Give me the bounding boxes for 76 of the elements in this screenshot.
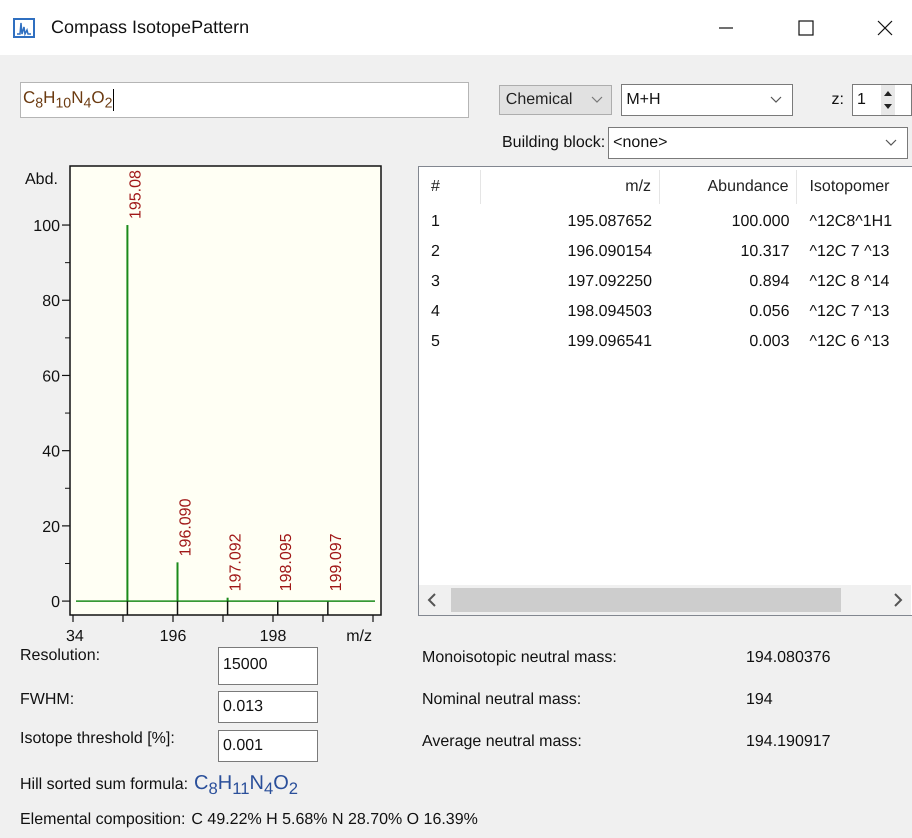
column-header[interactable]: Abundance xyxy=(660,170,798,204)
horizontal-scrollbar[interactable] xyxy=(419,585,911,615)
setting-field[interactable]: 15000 xyxy=(218,647,318,685)
y-tick-label: 40 xyxy=(42,444,60,461)
peak-label: 199.097 xyxy=(328,533,345,592)
scroll-right-icon[interactable] xyxy=(893,593,903,607)
table-cell-text: 100.000 xyxy=(730,213,790,231)
chevron-icon xyxy=(770,96,782,104)
table-cell-text: 2 xyxy=(430,243,441,261)
x-axis-label: m/z xyxy=(346,628,372,645)
table-cell-text: ^12C 6 ^13 xyxy=(808,333,890,351)
column-header[interactable]: m/z xyxy=(480,170,660,204)
scroll-left-icon[interactable] xyxy=(427,593,437,607)
x-tick-label: 198 xyxy=(260,628,286,645)
table-cell-text: 5 xyxy=(430,333,441,351)
chevron-icon xyxy=(591,96,604,104)
table-cell-text: 0.894 xyxy=(748,273,790,291)
mass-value: 194.080376 xyxy=(746,649,831,668)
window-title: Compass IsotopePattern xyxy=(51,17,250,38)
setting-label: Isotope threshold [%]: xyxy=(20,730,176,748)
column-header[interactable]: Isotopomer xyxy=(797,170,912,204)
table-cell-text: ^12C 7 ^13 xyxy=(808,243,890,261)
table-cell-text: 0.003 xyxy=(748,333,790,351)
y-tick-label: 100 xyxy=(33,218,60,236)
column-header[interactable]: # xyxy=(419,170,481,204)
table-cell-text: 196.090154 xyxy=(566,243,654,261)
elemental-composition: C 49.22% H 5.68% N 28.70% O 16.39% xyxy=(191,811,478,829)
hill-formula-label: Hill sorted sum formula: xyxy=(20,776,188,794)
peak-label: 195.08 xyxy=(127,170,144,220)
table-cell-text: 10.317 xyxy=(740,243,790,261)
maximize-icon[interactable] xyxy=(798,20,814,36)
table-cell-text: ^12C 7 ^13 xyxy=(808,303,890,321)
isotope-peak xyxy=(226,598,229,602)
table-cell-text: 195.087652 xyxy=(566,213,654,231)
app-icon xyxy=(13,18,35,38)
setting-field[interactable]: 0.013 xyxy=(218,691,318,723)
peak-label: 198.095 xyxy=(278,533,295,592)
peak-label: 197.092 xyxy=(228,533,245,592)
mass-label: Monoisotopic neutral mass: xyxy=(422,649,618,668)
table-cell-text: ^12C 8 ^14 xyxy=(808,273,890,291)
y-tick-label: 60 xyxy=(42,368,60,386)
table-cell-text: 197.092250 xyxy=(566,273,654,291)
y-tick-label: 80 xyxy=(42,293,60,310)
close-icon[interactable] xyxy=(877,20,893,36)
y-tick-label: 0 xyxy=(51,594,60,612)
mass-label: Average neutral mass: xyxy=(422,733,583,752)
building-block-dropdown[interactable]: <none> xyxy=(608,126,908,158)
mass-value: 194.190917 xyxy=(746,733,831,752)
table-cell-text: 1 xyxy=(430,213,441,231)
formula-field[interactable]: C$_{8}$H$_{10}$N$_{4}$O$_{2}$ xyxy=(20,82,469,118)
building-block-label: Building block: xyxy=(502,134,606,152)
adduct-dropdown[interactable]: M+H xyxy=(621,84,793,116)
scrollbar-thumb[interactable] xyxy=(451,588,841,612)
setting-label: FWHM: xyxy=(20,691,76,709)
elemental-composition-label: Elemental composition: xyxy=(20,811,186,829)
table-cell-text: 4 xyxy=(430,303,441,321)
peak-label: 196.090 xyxy=(178,498,194,556)
y-axis-label: Abd. xyxy=(25,171,58,188)
table-cell-text: 199.096541 xyxy=(566,333,654,351)
charge-label: z: xyxy=(832,91,844,109)
table-cell-text: ^12C8^1H1 xyxy=(808,213,894,231)
mass-value: 194 xyxy=(746,691,773,710)
mode-dropdown[interactable]: Chemical xyxy=(498,85,612,115)
x-tick-label: 196 xyxy=(160,628,186,645)
setting-label: Resolution: xyxy=(20,647,102,665)
mass-label: Nominal neutral mass: xyxy=(422,691,582,710)
y-tick-label: 20 xyxy=(42,518,60,536)
hill-formula: C$_{8}$H$_{11}$N$_{4}$O$_{2}$ xyxy=(194,772,298,798)
spin-arrows-icon[interactable] xyxy=(881,85,895,115)
x-tick-label: 34 xyxy=(66,628,84,645)
charge-spinner[interactable]: 1 xyxy=(852,84,912,116)
chevron-icon xyxy=(885,138,898,146)
table-cell-text: 0.056 xyxy=(748,303,790,321)
table-cell-text: 3 xyxy=(430,273,441,291)
setting-field[interactable]: 0.001 xyxy=(218,730,318,762)
table-cell-text: 198.094503 xyxy=(566,303,654,321)
